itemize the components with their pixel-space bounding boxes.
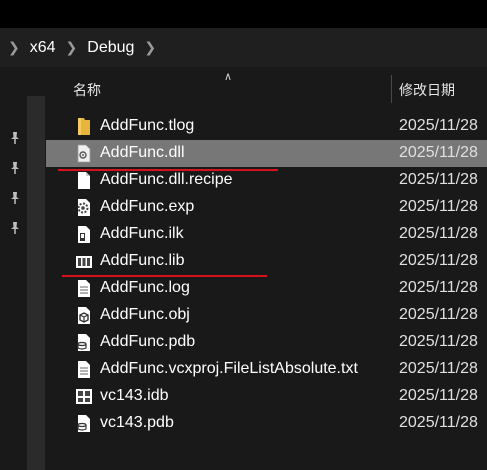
file-name: vc143.idb	[100, 387, 169, 404]
file-row-addfunc-tlog[interactable]: AddFunc.tlog 2025/11/28	[46, 113, 487, 140]
file-date: 2025/11/28	[399, 306, 478, 323]
file-row-addfunc-obj[interactable]: AddFunc.obj 2025/11/28	[46, 302, 487, 329]
file-name: AddFunc.ilk	[100, 225, 184, 242]
text-file-icon	[78, 361, 90, 378]
file-name: AddFunc.tlog	[100, 117, 195, 134]
file-name: vc143.pdb	[100, 414, 174, 431]
file-date: 2025/11/28	[399, 360, 478, 377]
column-header-date[interactable]: 修改日期	[399, 80, 455, 100]
obj-file-icon	[78, 307, 90, 324]
file-row-addfunc-ilk[interactable]: AddFunc.ilk 2025/11/28	[46, 221, 487, 248]
file-name: AddFunc.obj	[100, 306, 190, 323]
file-row-vc143-pdb[interactable]: vc143.pdb 2025/11/28	[46, 410, 487, 437]
file-date: 2025/11/28	[399, 117, 478, 134]
pin-icon[interactable]	[8, 191, 22, 205]
exp-file-icon	[77, 199, 90, 216]
pin-icon[interactable]	[8, 131, 22, 145]
highlight-underline-dll	[58, 169, 278, 171]
column-divider[interactable]	[391, 75, 392, 103]
ilk-file-icon	[78, 226, 90, 243]
pdb-file-icon	[77, 415, 90, 432]
lib-file-icon	[76, 256, 92, 268]
file-date: 2025/11/28	[399, 225, 478, 242]
text-file-icon	[78, 280, 90, 297]
file-name: AddFunc.dll	[100, 144, 185, 161]
idb-file-icon	[76, 389, 92, 404]
file-row-addfunc-dll-recipe[interactable]: AddFunc.dll.recipe 2025/11/28	[46, 167, 487, 194]
file-name: AddFunc.vcxproj.FileListAbsolute.txt	[100, 360, 358, 377]
pdb-file-icon	[77, 334, 90, 351]
file-date: 2025/11/28	[399, 171, 478, 188]
file-row-addfunc-dll[interactable]: AddFunc.dll 2025/11/28	[46, 140, 487, 167]
chevron-right-icon[interactable]: ❯	[8, 39, 20, 56]
file-date: 2025/11/28	[399, 144, 478, 161]
blank-file-icon	[78, 172, 90, 189]
breadcrumb-item-x64[interactable]: x64	[30, 39, 56, 57]
file-name: AddFunc.exp	[100, 198, 195, 215]
file-row-addfunc-pdb[interactable]: AddFunc.pdb 2025/11/28	[46, 329, 487, 356]
navigation-pane	[0, 67, 27, 470]
file-list: 名称 ∧ 修改日期 AddFunc.tlog 2025/11/28 AddFun…	[46, 67, 487, 470]
file-date: 2025/11/28	[399, 252, 478, 269]
window-top-bar	[0, 0, 487, 28]
chevron-right-icon[interactable]: ❯	[66, 39, 78, 56]
file-row-vc143-idb[interactable]: vc143.idb 2025/11/28	[46, 383, 487, 410]
navigation-scrollbar[interactable]	[27, 96, 45, 470]
breadcrumb-item-debug[interactable]: Debug	[87, 39, 134, 57]
dll-file-icon	[77, 144, 91, 163]
file-date: 2025/11/28	[399, 198, 478, 215]
highlight-underline-lib	[62, 275, 267, 277]
file-date: 2025/11/28	[399, 279, 478, 296]
column-header-name[interactable]: 名称	[73, 80, 101, 100]
pin-icon[interactable]	[8, 161, 22, 175]
file-row-filelistabsolute-txt[interactable]: AddFunc.vcxproj.FileListAbsolute.txt 202…	[46, 356, 487, 383]
file-date: 2025/11/28	[399, 333, 478, 350]
list-header: 名称 ∧ 修改日期	[46, 67, 487, 110]
file-date: 2025/11/28	[399, 387, 478, 404]
file-name: AddFunc.pdb	[100, 333, 196, 350]
breadcrumb: ❯ x64 ❯ Debug ❯	[0, 28, 487, 67]
file-row-addfunc-lib[interactable]: AddFunc.lib 2025/11/28	[46, 248, 487, 275]
file-row-addfunc-log[interactable]: AddFunc.log 2025/11/28	[46, 275, 487, 302]
sort-ascending-icon: ∧	[224, 71, 233, 83]
file-name: AddFunc.lib	[100, 252, 185, 269]
file-name: AddFunc.dll.recipe	[100, 171, 233, 188]
chevron-right-icon[interactable]: ❯	[144, 39, 156, 56]
file-date: 2025/11/28	[399, 414, 478, 431]
folder-icon	[78, 118, 90, 135]
file-row-addfunc-exp[interactable]: AddFunc.exp 2025/11/28	[46, 194, 487, 221]
pin-icon[interactable]	[8, 221, 22, 235]
file-name: AddFunc.log	[100, 279, 190, 296]
